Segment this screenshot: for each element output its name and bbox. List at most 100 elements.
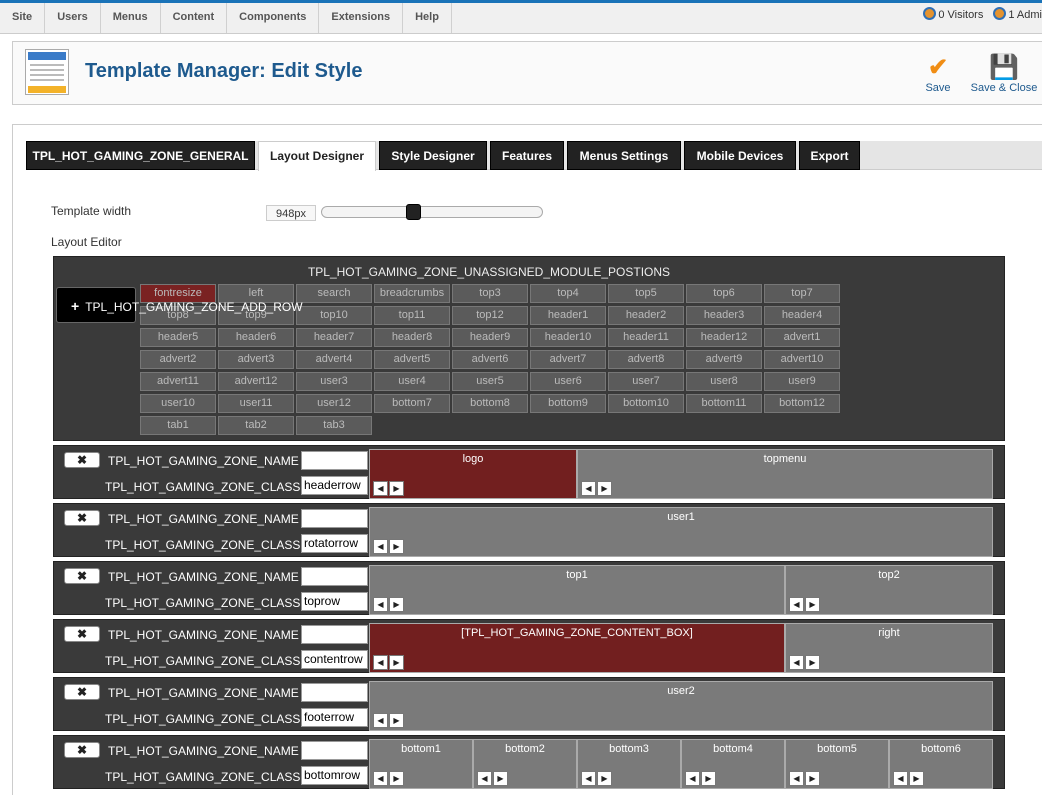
- row-class-input[interactable]: contentrow: [301, 650, 368, 669]
- position-chip[interactable]: top11: [374, 306, 450, 325]
- position-chip[interactable]: header5: [140, 328, 216, 347]
- position-chip[interactable]: breadcrumbs: [374, 284, 450, 303]
- template-width-slider[interactable]: [321, 204, 543, 220]
- position-chip[interactable]: advert1: [764, 328, 840, 347]
- arrow-left-icon[interactable]: ◀: [373, 655, 388, 670]
- row-name-input[interactable]: [301, 567, 368, 586]
- row-class-input[interactable]: footerrow: [301, 708, 368, 727]
- menu-content[interactable]: Content: [161, 3, 228, 33]
- position-chip[interactable]: advert9: [686, 350, 762, 369]
- module-column[interactable]: bottom1 ◀ ▶: [369, 739, 473, 789]
- position-chip[interactable]: bottom10: [608, 394, 684, 413]
- arrow-right-icon[interactable]: ▶: [805, 771, 820, 786]
- delete-row-button[interactable]: ✖: [64, 626, 100, 642]
- row-name-input[interactable]: [301, 741, 368, 760]
- position-chip[interactable]: bottom7: [374, 394, 450, 413]
- position-chip[interactable]: header8: [374, 328, 450, 347]
- delete-row-button[interactable]: ✖: [64, 684, 100, 700]
- tab-export[interactable]: Export: [799, 141, 860, 170]
- module-column[interactable]: topmenu ◀ ▶: [577, 449, 993, 499]
- module-column[interactable]: [TPL_HOT_GAMING_ZONE_CONTENT_BOX] ◀ ▶: [369, 623, 785, 673]
- arrow-right-icon[interactable]: ▶: [389, 481, 404, 496]
- position-chip[interactable]: advert8: [608, 350, 684, 369]
- module-column[interactable]: bottom2 ◀ ▶: [473, 739, 577, 789]
- position-chip[interactable]: top12: [452, 306, 528, 325]
- arrow-right-icon[interactable]: ▶: [389, 597, 404, 612]
- position-chip[interactable]: top3: [452, 284, 528, 303]
- position-chip[interactable]: user7: [608, 372, 684, 391]
- position-chip[interactable]: header11: [608, 328, 684, 347]
- position-chip[interactable]: top10: [296, 306, 372, 325]
- position-chip[interactable]: bottom9: [530, 394, 606, 413]
- arrow-left-icon[interactable]: ◀: [685, 771, 700, 786]
- menu-site[interactable]: Site: [0, 3, 46, 33]
- position-chip[interactable]: header4: [764, 306, 840, 325]
- delete-row-button[interactable]: ✖: [64, 510, 100, 526]
- arrow-left-icon[interactable]: ◀: [789, 655, 804, 670]
- arrow-right-icon[interactable]: ▶: [805, 597, 820, 612]
- position-chip[interactable]: search: [296, 284, 372, 303]
- menu-help[interactable]: Help: [403, 3, 452, 33]
- arrow-left-icon[interactable]: ◀: [373, 597, 388, 612]
- slider-handle[interactable]: [406, 204, 421, 220]
- arrow-left-icon[interactable]: ◀: [789, 597, 804, 612]
- arrow-left-icon[interactable]: ◀: [581, 771, 596, 786]
- position-chip[interactable]: header10: [530, 328, 606, 347]
- position-chip[interactable]: advert4: [296, 350, 372, 369]
- position-chip[interactable]: user12: [296, 394, 372, 413]
- position-chip[interactable]: advert7: [530, 350, 606, 369]
- tab-mobile-devices[interactable]: Mobile Devices: [684, 141, 796, 170]
- arrow-left-icon[interactable]: ◀: [373, 713, 388, 728]
- position-chip[interactable]: top7: [764, 284, 840, 303]
- arrow-right-icon[interactable]: ▶: [701, 771, 716, 786]
- position-chip[interactable]: advert10: [764, 350, 840, 369]
- menu-menus[interactable]: Menus: [101, 3, 161, 33]
- arrow-left-icon[interactable]: ◀: [373, 539, 388, 554]
- arrow-left-icon[interactable]: ◀: [373, 771, 388, 786]
- position-chip[interactable]: header3: [686, 306, 762, 325]
- position-chip[interactable]: bottom11: [686, 394, 762, 413]
- module-column[interactable]: bottom5 ◀ ▶: [785, 739, 889, 789]
- row-name-input[interactable]: [301, 625, 368, 644]
- arrow-left-icon[interactable]: ◀: [789, 771, 804, 786]
- position-chip[interactable]: user4: [374, 372, 450, 391]
- position-chip[interactable]: top5: [608, 284, 684, 303]
- tab-style-designer[interactable]: Style Designer: [379, 141, 487, 170]
- position-chip[interactable]: tab1: [140, 416, 216, 435]
- delete-row-button[interactable]: ✖: [64, 568, 100, 584]
- module-column[interactable]: top1 ◀ ▶: [369, 565, 785, 615]
- tab-features[interactable]: Features: [490, 141, 564, 170]
- module-column[interactable]: logo ◀ ▶: [369, 449, 577, 499]
- position-chip[interactable]: advert11: [140, 372, 216, 391]
- position-chip[interactable]: tab3: [296, 416, 372, 435]
- row-name-input[interactable]: [301, 509, 368, 528]
- arrow-left-icon[interactable]: ◀: [893, 771, 908, 786]
- menu-components[interactable]: Components: [227, 3, 320, 33]
- row-name-input[interactable]: [301, 683, 368, 702]
- arrow-right-icon[interactable]: ▶: [805, 655, 820, 670]
- position-chip[interactable]: advert12: [218, 372, 294, 391]
- row-class-input[interactable]: rotatorrow: [301, 534, 368, 553]
- position-chip[interactable]: advert2: [140, 350, 216, 369]
- delete-row-button[interactable]: ✖: [64, 742, 100, 758]
- arrow-right-icon[interactable]: ▶: [389, 771, 404, 786]
- save-button[interactable]: ✔ Save: [921, 54, 955, 94]
- tab-general[interactable]: TPL_HOT_GAMING_ZONE_GENERAL: [26, 141, 255, 170]
- module-column[interactable]: top2 ◀ ▶: [785, 565, 993, 615]
- module-column[interactable]: user2 ◀ ▶: [369, 681, 993, 731]
- position-chip[interactable]: user10: [140, 394, 216, 413]
- position-chip[interactable]: advert6: [452, 350, 528, 369]
- position-chip[interactable]: header6: [218, 328, 294, 347]
- arrow-left-icon[interactable]: ◀: [373, 481, 388, 496]
- arrow-right-icon[interactable]: ▶: [389, 539, 404, 554]
- module-column[interactable]: user1 ◀ ▶: [369, 507, 993, 557]
- add-row-button[interactable]: + TPL_HOT_GAMING_ZONE_ADD_ROW: [56, 287, 303, 323]
- arrow-right-icon[interactable]: ▶: [597, 771, 612, 786]
- position-chip[interactable]: top6: [686, 284, 762, 303]
- position-chip[interactable]: header9: [452, 328, 528, 347]
- position-chip[interactable]: user9: [764, 372, 840, 391]
- arrow-right-icon[interactable]: ▶: [909, 771, 924, 786]
- row-name-input[interactable]: [301, 451, 368, 470]
- arrow-right-icon[interactable]: ▶: [389, 713, 404, 728]
- module-column[interactable]: bottom4 ◀ ▶: [681, 739, 785, 789]
